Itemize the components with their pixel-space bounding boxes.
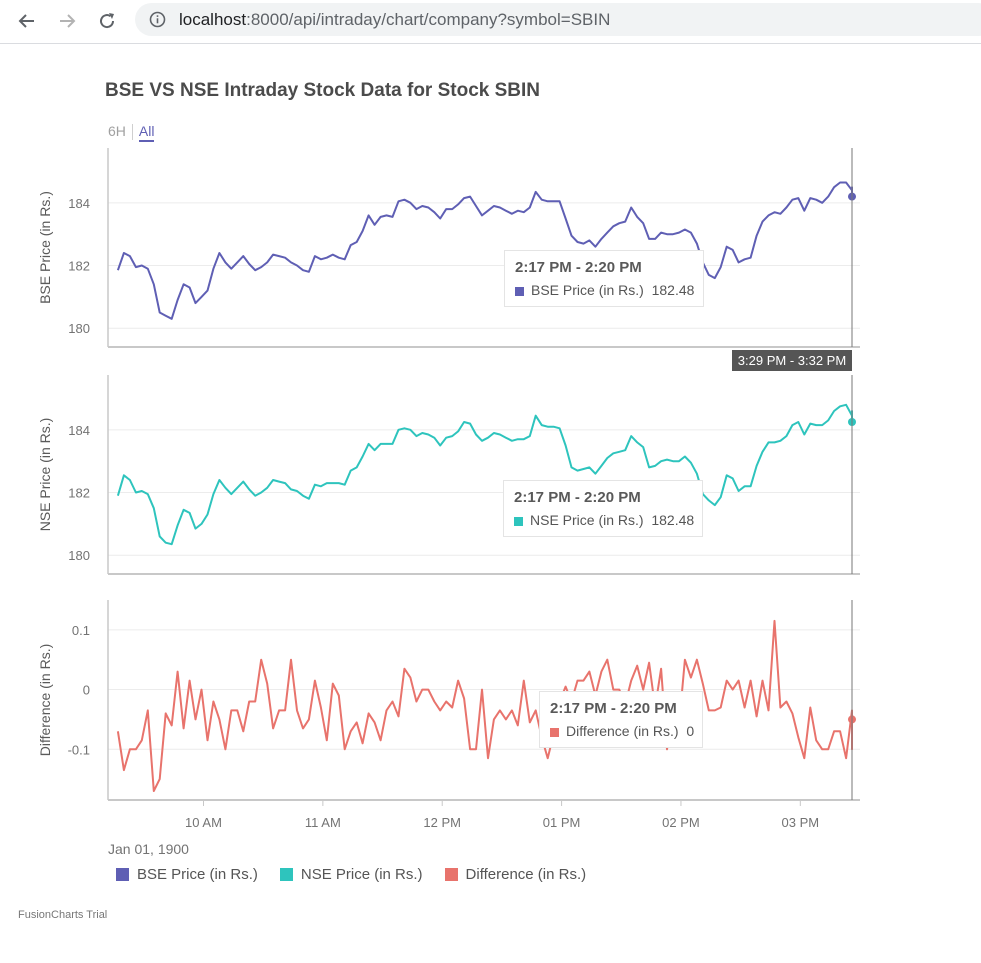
x-tick-label: 03 PM [782, 815, 820, 830]
legend-swatch [116, 868, 129, 881]
y-tick-label: 184 [68, 423, 90, 438]
x-tick-label: 11 AM [305, 815, 341, 830]
tooltip-time: 2:17 PM - 2:20 PM [550, 700, 677, 717]
tooltip-series: Difference (in Rs.) [566, 723, 679, 739]
y-tick-label: 182 [68, 486, 90, 501]
tooltip-value: 182.48 [651, 282, 695, 298]
legend-label: NSE Price (in Rs.) [300, 866, 423, 883]
series-line [116, 619, 853, 792]
tooltip-time: 2:17 PM - 2:20 PM [515, 259, 642, 276]
chart-panel-2: 0.1 0 -0.1 Difference (in Rs.) [37, 600, 860, 801]
y-tick-label: 0 [83, 683, 90, 698]
legend-item-diff[interactable]: Difference (in Rs.) [444, 866, 587, 883]
y-tick-label: 180 [68, 321, 90, 336]
legend-label: BSE Price (in Rs.) [137, 866, 258, 883]
legend-label: Difference (in Rs.) [465, 866, 587, 883]
time-series-chart[interactable]: 184 182 180 BSE Price (in Rs.) 184 182 180 NSE … [0, 0, 981, 963]
chart-panel-0: 184 182 180 BSE Price (in Rs.) [37, 148, 860, 348]
tooltip-series: BSE Price (in Rs.) [531, 282, 644, 298]
date-label: Jan 01, 1900 [108, 841, 189, 857]
y-axis-title: Difference (in Rs.) [37, 644, 53, 757]
tooltip-swatch [515, 286, 524, 296]
tooltip-bse: 2:17 PM - 2:20 PM BSE Price (in Rs.) 182… [504, 250, 704, 307]
legend: BSE Price (in Rs.) NSE Price (in Rs.) Di… [116, 866, 608, 883]
x-tick-label: 01 PM [543, 815, 581, 830]
tooltip-time: 2:17 PM - 2:20 PM [514, 489, 641, 506]
x-tick-label: 10 AM [185, 815, 222, 830]
y-tick-label: 180 [68, 548, 90, 563]
tooltip-value: 0 [686, 723, 695, 739]
y-tick-label: -0.1 [68, 742, 90, 757]
tooltip-diff: 2:17 PM - 2:20 PM Difference (in Rs.) 0 [539, 691, 703, 748]
tooltip-series: NSE Price (in Rs.) [530, 512, 644, 528]
series-line [116, 403, 853, 546]
crosshair-time-label: 3:29 PM - 3:32 PM [732, 350, 852, 371]
x-tick-label: 02 PM [662, 815, 700, 830]
tooltip-swatch [514, 516, 523, 526]
watermark: FusionCharts Trial [18, 909, 108, 921]
legend-swatch [279, 868, 293, 881]
y-tick-label: 184 [68, 196, 90, 211]
legend-item-bse[interactable]: BSE Price (in Rs.) [116, 866, 258, 883]
y-tick-label: 0.1 [72, 623, 90, 638]
legend-swatch [444, 868, 458, 881]
y-axis-title: NSE Price (in Rs.) [37, 418, 53, 532]
chart-panel-1: 184 182 180 NSE Price (in Rs.) [37, 375, 860, 575]
legend-item-nse[interactable]: NSE Price (in Rs.) [279, 866, 423, 883]
y-tick-label: 182 [68, 259, 90, 274]
y-axis-title: BSE Price (in Rs.) [37, 191, 53, 304]
tooltip-nse: 2:17 PM - 2:20 PM NSE Price (in Rs.) 182… [503, 480, 703, 537]
tooltip-swatch [550, 727, 559, 737]
tooltip-value: 182.48 [651, 512, 695, 528]
x-tick-label: 12 PM [423, 815, 461, 830]
